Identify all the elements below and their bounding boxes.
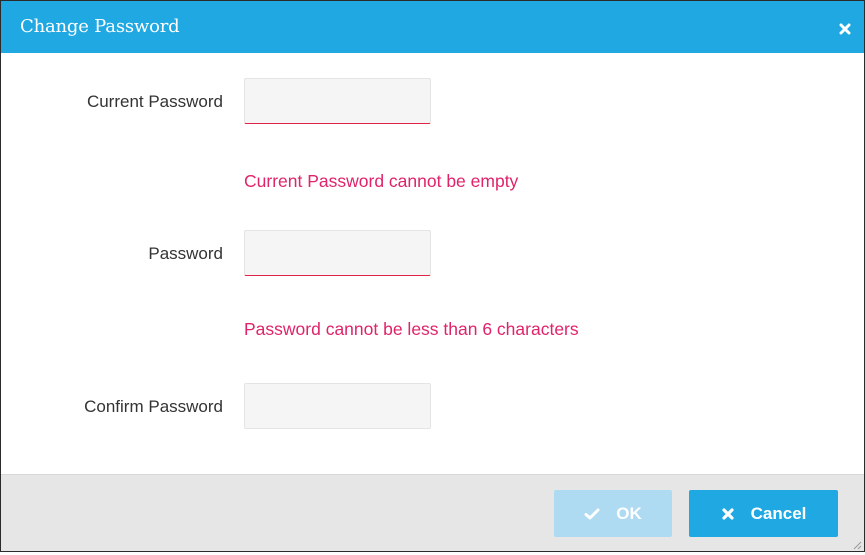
dialog-title: Change Password [20, 16, 180, 37]
confirm-password-label: Confirm Password [84, 397, 223, 416]
dialog-titlebar[interactable]: Change Password [1, 1, 864, 53]
confirm-password-field[interactable] [244, 383, 431, 429]
close-icon [721, 507, 735, 521]
current-password-field[interactable] [244, 78, 431, 124]
dialog-footer: OK Cancel [1, 474, 864, 551]
close-icon[interactable] [838, 22, 852, 36]
ok-button-label: OK [616, 503, 642, 523]
ok-button[interactable]: OK [554, 490, 672, 537]
resize-grip-icon[interactable] [850, 537, 862, 550]
password-error: Password cannot be less than 6 character… [244, 319, 579, 339]
current-password-label: Current Password [86, 92, 223, 111]
password-label: Password [148, 244, 223, 263]
password-field[interactable] [244, 230, 431, 276]
checkmark-icon [584, 507, 600, 521]
cancel-button[interactable]: Cancel [689, 490, 838, 537]
cancel-button-label: Cancel [750, 503, 807, 523]
change-password-dialog: Change Password Current Password Current… [0, 0, 865, 552]
current-password-error: Current Password cannot be empty [244, 171, 519, 191]
